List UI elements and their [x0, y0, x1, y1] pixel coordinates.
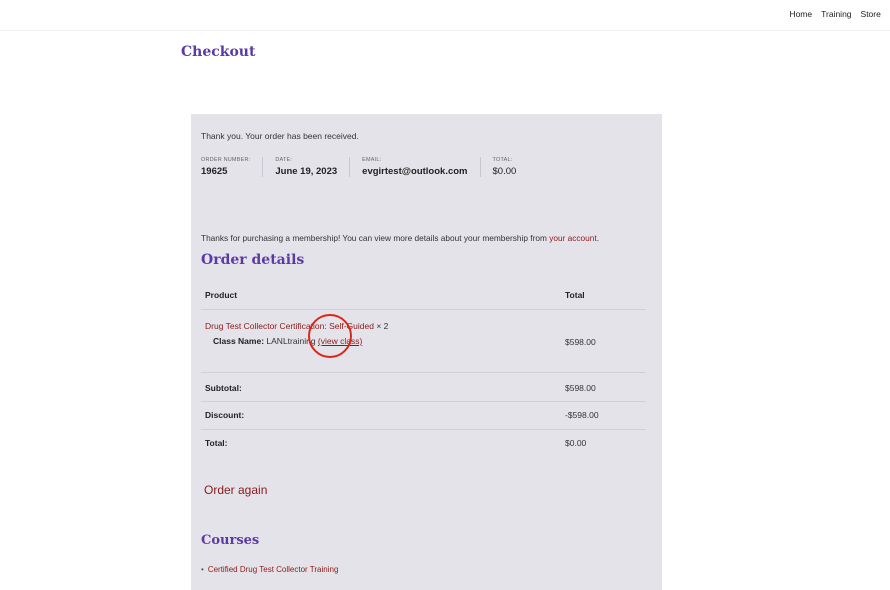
- total-label: Total:: [205, 438, 228, 448]
- overview-label: EMAIL:: [362, 157, 382, 163]
- subtotal-value: $598.00: [565, 383, 596, 393]
- column-header-total: Total: [565, 290, 585, 300]
- discount-row: Discount: -$598.00: [201, 401, 646, 430]
- table-header-row: Product Total: [201, 281, 646, 310]
- order-again-button[interactable]: Order again: [204, 483, 267, 497]
- order-received-panel: Thank you. Your order has been received.…: [191, 114, 662, 590]
- nav-home[interactable]: Home: [789, 9, 812, 19]
- list-item: • Certified Drug Test Collector Training: [201, 565, 338, 574]
- membership-notice: Thanks for purchasing a membership! You …: [201, 233, 599, 243]
- total-row: Total: $0.00: [201, 429, 646, 457]
- subtotal-label: Subtotal:: [205, 383, 242, 393]
- overview-label: ORDER NUMBER:: [201, 157, 251, 163]
- overview-value: evgirtest@outlook.com: [362, 166, 468, 177]
- your-account-link[interactable]: your account: [549, 233, 597, 243]
- column-header-product: Product: [205, 290, 238, 300]
- nav-links: Home Training Store H: [789, 9, 890, 19]
- order-thanks-text: Thank you. Your order has been received.: [201, 131, 359, 141]
- overview-value: 19625: [201, 166, 228, 177]
- overview-label: DATE:: [275, 157, 293, 163]
- membership-end: .: [596, 233, 600, 243]
- top-navigation: Home Training Store H: [0, 0, 890, 31]
- overview-value: June 19, 2023: [275, 166, 338, 177]
- course-link[interactable]: Certified Drug Test Collector Training: [208, 565, 339, 574]
- nav-store[interactable]: Store: [861, 9, 881, 19]
- overview-total: TOTAL: $0.00: [493, 157, 529, 177]
- nav-training[interactable]: Training: [821, 9, 851, 19]
- overview-label: TOTAL:: [492, 157, 513, 163]
- product-quantity: × 2: [376, 321, 389, 331]
- bullet-icon: •: [201, 565, 204, 574]
- product-cell: Drug Test Collector Certification: Self-…: [205, 321, 388, 331]
- membership-text: Thanks for purchasing a membership! You …: [201, 233, 550, 243]
- overview-value: $0.00: [492, 166, 517, 177]
- subtotal-row: Subtotal: $598.00: [201, 372, 646, 402]
- annotation-circle: [308, 314, 352, 358]
- table-row: Drug Test Collector Certification: Self-…: [201, 309, 646, 373]
- page-title: Checkout: [181, 44, 256, 60]
- overview-date: DATE: June 19, 2023: [275, 157, 351, 177]
- order-overview: ORDER NUMBER: 19625 DATE: June 19, 2023 …: [201, 157, 540, 177]
- product-line-total: $598.00: [565, 337, 596, 347]
- total-value: $0.00: [565, 438, 587, 448]
- discount-value: -$598.00: [565, 410, 599, 420]
- discount-label: Discount:: [205, 410, 245, 420]
- courses-title: Courses: [201, 533, 260, 548]
- overview-order-number: ORDER NUMBER: 19625: [201, 157, 264, 177]
- order-details-title: Order details: [201, 252, 305, 268]
- meta-key-class-name: Class Name:: [213, 336, 265, 346]
- overview-email: EMAIL: evgirtest@outlook.com: [362, 157, 481, 177]
